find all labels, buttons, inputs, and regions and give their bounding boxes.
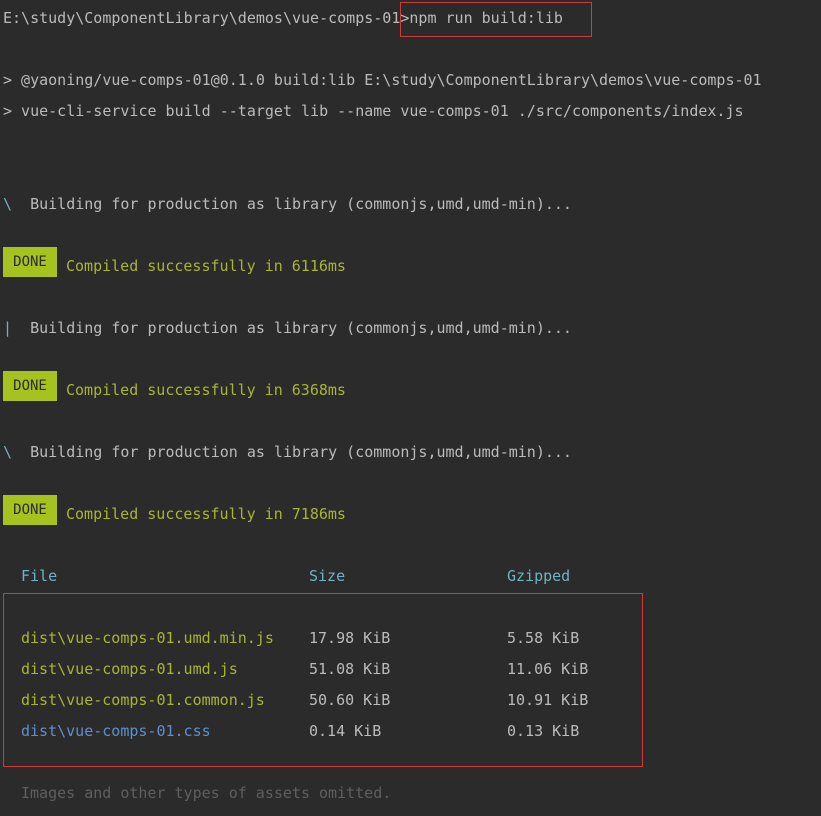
building-text: Building for production as library (comm…: [30, 195, 572, 213]
spinner-icon: \: [3, 443, 13, 461]
building-line: \ Building for production as library (co…: [3, 442, 572, 462]
building-line: \ Building for production as library (co…: [3, 194, 572, 214]
building-line: | Building for production as library (co…: [3, 318, 572, 338]
done-badge: DONE: [3, 247, 57, 277]
file-name: dist\vue-comps-01.common.js: [21, 691, 265, 709]
file-name: dist\vue-comps-01.umd.js: [21, 660, 238, 678]
file-gzipped: 0.13 KiB: [507, 722, 580, 740]
footer-note: Images and other types of assets omitted…: [21, 784, 392, 802]
file-size: 51.08 KiB: [309, 660, 391, 678]
done-badge: DONE: [3, 495, 57, 525]
file-name: dist\vue-comps-01.umd.min.js: [21, 629, 274, 647]
service-line: > vue-cli-service build --target lib --n…: [3, 102, 744, 120]
compile-result: Compiled successfully in 7186ms: [66, 505, 346, 523]
file-size: 0.14 KiB: [309, 722, 382, 740]
file-gzipped: 11.06 KiB: [507, 660, 589, 678]
prompt-path: E:\study\ComponentLibrary\demos\vue-comp…: [3, 9, 410, 27]
building-text: Building for production as library (comm…: [30, 443, 572, 461]
file-gzipped: 10.91 KiB: [507, 691, 589, 709]
column-header-gzipped: Gzipped: [507, 567, 571, 585]
compile-result: Compiled successfully in 6368ms: [66, 381, 346, 399]
spinner-icon: |: [3, 319, 13, 337]
file-gzipped: 5.58 KiB: [507, 629, 580, 647]
column-header-file: File: [21, 567, 58, 585]
compile-result: Compiled successfully in 6116ms: [66, 257, 346, 275]
file-size: 17.98 KiB: [309, 629, 391, 647]
spinner-icon: \: [3, 195, 13, 213]
command-highlight-box: [400, 2, 592, 37]
building-text: Building for production as library (comm…: [30, 319, 572, 337]
column-header-size: Size: [309, 567, 346, 585]
script-line: > @yaoning/vue-comps-01@0.1.0 build:lib …: [3, 71, 762, 89]
done-badge: DONE: [3, 371, 57, 401]
file-size: 50.60 KiB: [309, 691, 391, 709]
file-name: dist\vue-comps-01.css: [21, 722, 211, 740]
